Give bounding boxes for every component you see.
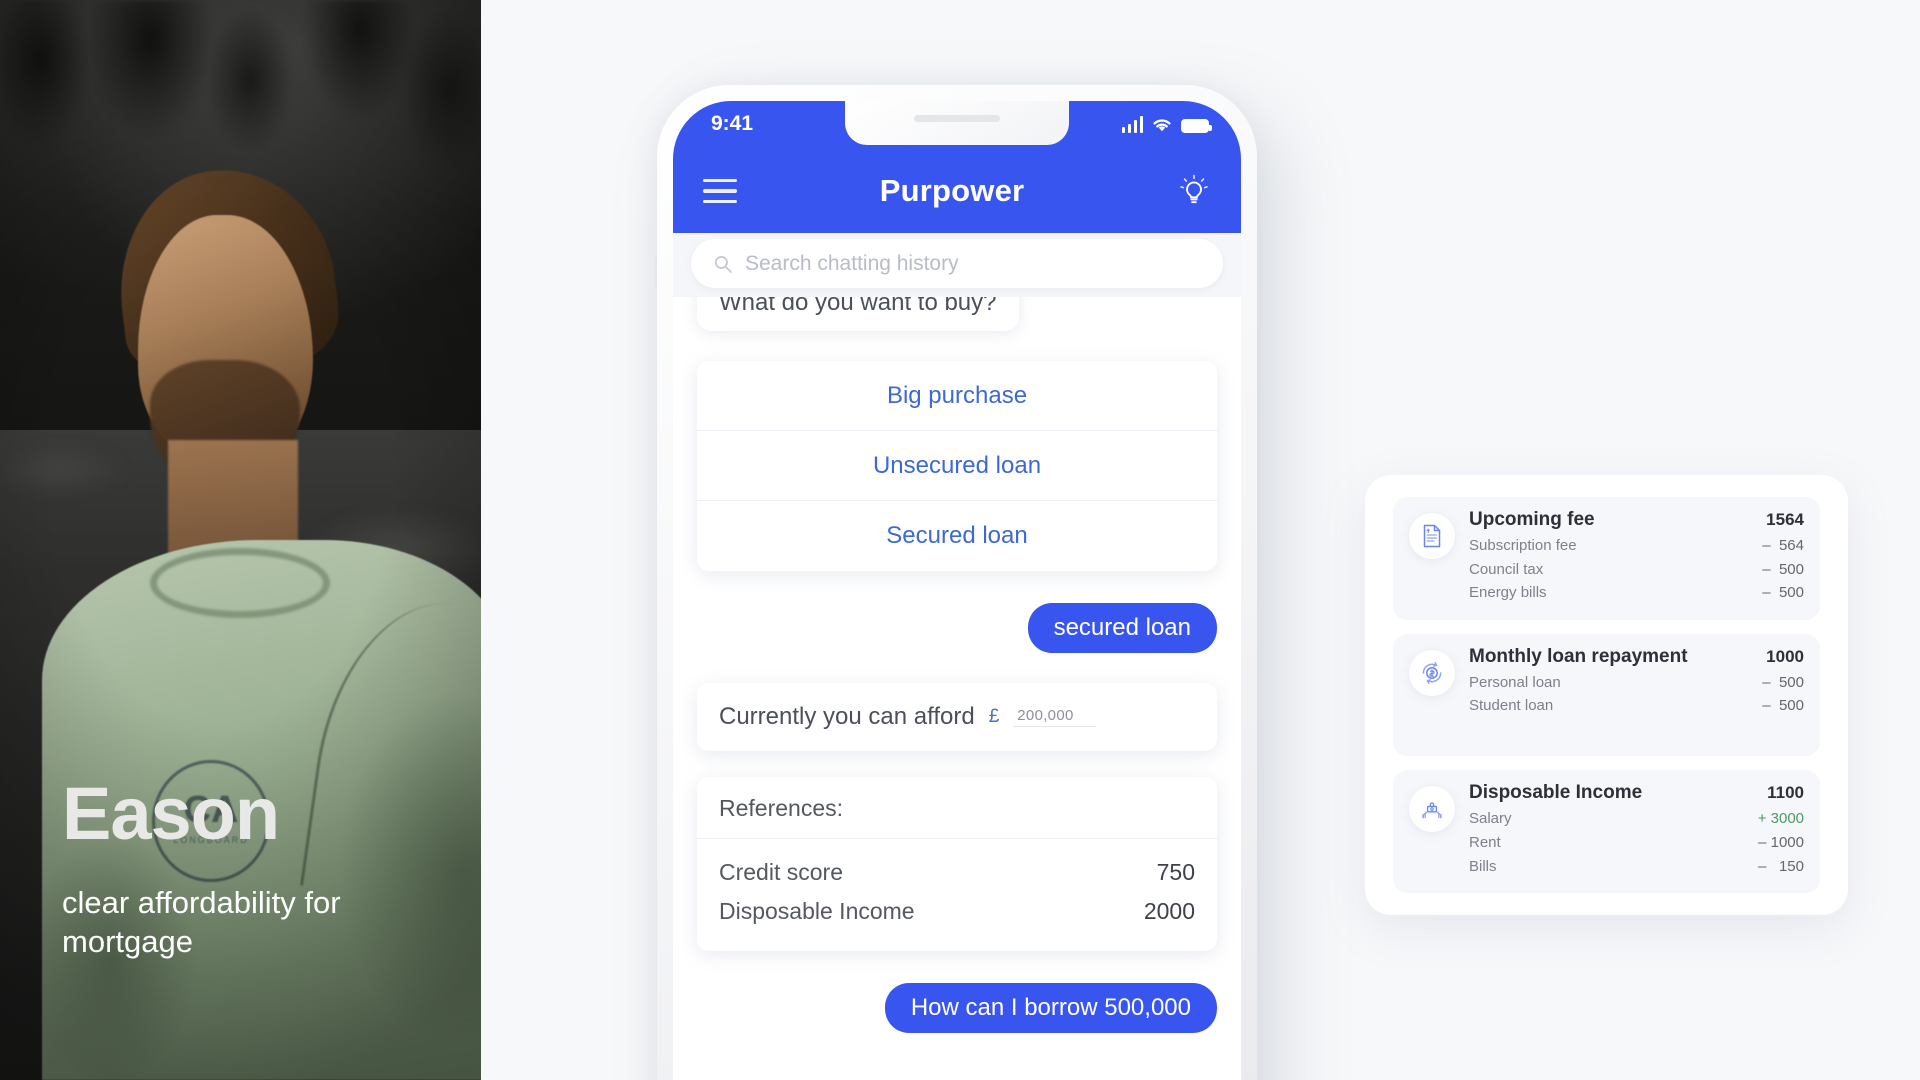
purchase-options-card: Big purchase Unsecured loan Secured loan [697, 361, 1217, 571]
lightbulb-icon[interactable] [1177, 174, 1211, 208]
app-title: Purpower [879, 173, 1025, 208]
breakdown-line-label: Subscription fee [1469, 537, 1577, 554]
breakdown-card-body: Disposable Income 1100 Salary + 3000 Ren… [1469, 782, 1804, 878]
breakdown-card-body: Monthly loan repayment 1000 Personal loa… [1469, 646, 1804, 718]
persona-name: Eason [62, 771, 280, 855]
app-header: 9:41 Purpower [673, 101, 1241, 233]
breakdown-line-label: Student loan [1469, 697, 1554, 715]
reference-label: Disposable Income [719, 898, 915, 924]
phone-screen: 9:41 Purpower Search chatting history Wh… [673, 101, 1241, 1080]
recurring-payment-icon [1409, 649, 1455, 696]
bot-message-bubble: What do you want to buy? [697, 297, 1019, 331]
breakdown-card-upcoming-fee[interactable]: Upcoming fee 1564 Subscription fee – 564… [1393, 497, 1820, 620]
app-screenshot: LONGBOARD Eason clear affordability for … [0, 0, 1920, 1080]
search-zone: Search chatting history [673, 233, 1241, 297]
app-bar-row: Purpower [673, 149, 1241, 233]
reference-row-credit-score: Credit score 750 [719, 853, 1195, 892]
breakdown-card-title: Monthly loan repayment [1469, 645, 1688, 667]
invoice-document-icon [1409, 513, 1455, 559]
persona-tagline: clear affordability for mortgage [62, 884, 341, 960]
breakdown-line-amount: – 500 [1762, 560, 1804, 578]
reference-value: 750 [1156, 859, 1195, 885]
reference-row-disposable-income: Disposable Income 2000 [719, 892, 1195, 931]
phone-mockup: 9:41 Purpower Search chatting history Wh… [657, 85, 1257, 1080]
search-input[interactable]: Search chatting history [691, 239, 1223, 288]
breakdown-line: Salary + 3000 [1469, 807, 1804, 831]
earpiece-speaker [914, 115, 1000, 122]
breakdown-line: Energy bills – 500 [1469, 581, 1804, 605]
breakdown-card-total: 1564 [1766, 510, 1804, 529]
user-question-bubble: How can I borrow 500,000 [884, 983, 1217, 1033]
user-question-row: How can I borrow 500,000 [697, 983, 1217, 1033]
breakdown-card-title: Disposable Income [1469, 782, 1643, 804]
breakdown-card-header: Disposable Income 1100 [1469, 782, 1804, 804]
option-big-purchase[interactable]: Big purchase [697, 361, 1217, 431]
breakdown-line-amount: – 1000 [1758, 834, 1804, 852]
phone-notch [845, 101, 1069, 145]
breakdown-card-body: Upcoming fee 1564 Subscription fee – 564… [1469, 509, 1804, 605]
wifi-icon [1153, 119, 1171, 132]
chat-thread: What do you want to buy? Big purchase Un… [673, 297, 1241, 1080]
hero-photo-panel: LONGBOARD Eason clear affordability for … [0, 0, 481, 1080]
references-heading: References: [697, 777, 1217, 839]
user-message-bubble: secured loan [1027, 603, 1217, 653]
breakdown-line-amount: – 564 [1762, 537, 1804, 554]
breakdown-line: Student loan – 500 [1469, 694, 1804, 718]
breakdown-line-label: Council tax [1469, 560, 1544, 578]
breakdown-line: Subscription fee – 564 [1469, 534, 1804, 558]
references-body: Credit score 750 Disposable Income 2000 [697, 839, 1217, 951]
breakdown-line-label: Personal loan [1469, 673, 1561, 691]
option-secured-loan[interactable]: Secured loan [697, 501, 1217, 571]
breakdown-card-title: Upcoming fee [1469, 509, 1595, 530]
breakdown-line: Bills – 150 [1469, 855, 1804, 879]
breakdown-card-monthly-loan-repayment[interactable]: Monthly loan repayment 1000 Personal loa… [1393, 633, 1820, 757]
breakdown-line: Personal loan – 500 [1469, 671, 1804, 695]
breakdown-line-amount: – 500 [1762, 697, 1804, 715]
references-card: References: Credit score 750 Disposable … [697, 777, 1217, 951]
currency-symbol: £ [988, 706, 1000, 727]
breakdown-card-header: Monthly loan repayment 1000 [1469, 646, 1804, 668]
breakdown-line-amount: – 500 [1762, 584, 1804, 602]
reference-value: 2000 [1143, 898, 1195, 924]
status-bar-time: 9:41 [711, 112, 754, 135]
breakdown-line-amount: – 500 [1762, 673, 1804, 691]
finance-breakdown-panel: Upcoming fee 1564 Subscription fee – 564… [1365, 475, 1848, 915]
breakdown-line: Rent – 1000 [1469, 831, 1804, 855]
battery-icon [1181, 119, 1212, 133]
breakdown-line-amount: – 150 [1758, 857, 1804, 875]
breakdown-card-total: 1100 [1767, 783, 1804, 803]
breakdown-card-header: Upcoming fee 1564 [1469, 509, 1804, 531]
breakdown-line-label: Salary [1469, 810, 1512, 828]
breakdown-line: Council tax – 500 [1469, 558, 1804, 582]
affordability-label: Currently you can afford [719, 703, 975, 730]
reference-label: Credit score [719, 859, 843, 885]
breakdown-line-label: Energy bills [1469, 584, 1547, 602]
affordability-amount-input[interactable]: 200,000 [1013, 707, 1096, 727]
breakdown-line-amount: + 3000 [1757, 810, 1804, 828]
search-icon [714, 255, 732, 273]
breakdown-card-total: 1000 [1766, 646, 1804, 666]
user-reply-row: secured loan [697, 603, 1217, 653]
option-unsecured-loan[interactable]: Unsecured loan [697, 431, 1217, 501]
status-bar-indicators [1121, 113, 1212, 133]
breakdown-line-label: Bills [1469, 857, 1497, 875]
affordability-card: Currently you can afford £ 200,000 [697, 683, 1217, 751]
hero-caption: Eason clear affordability for mortgage [62, 771, 362, 962]
signal-bars-icon [1121, 116, 1143, 133]
search-placeholder: Search chatting history [745, 251, 959, 275]
breakdown-line-label: Rent [1469, 834, 1501, 852]
breakdown-card-disposable-income[interactable]: Disposable Income 1100 Salary + 3000 Ren… [1393, 770, 1820, 894]
income-hands-icon [1409, 786, 1455, 833]
